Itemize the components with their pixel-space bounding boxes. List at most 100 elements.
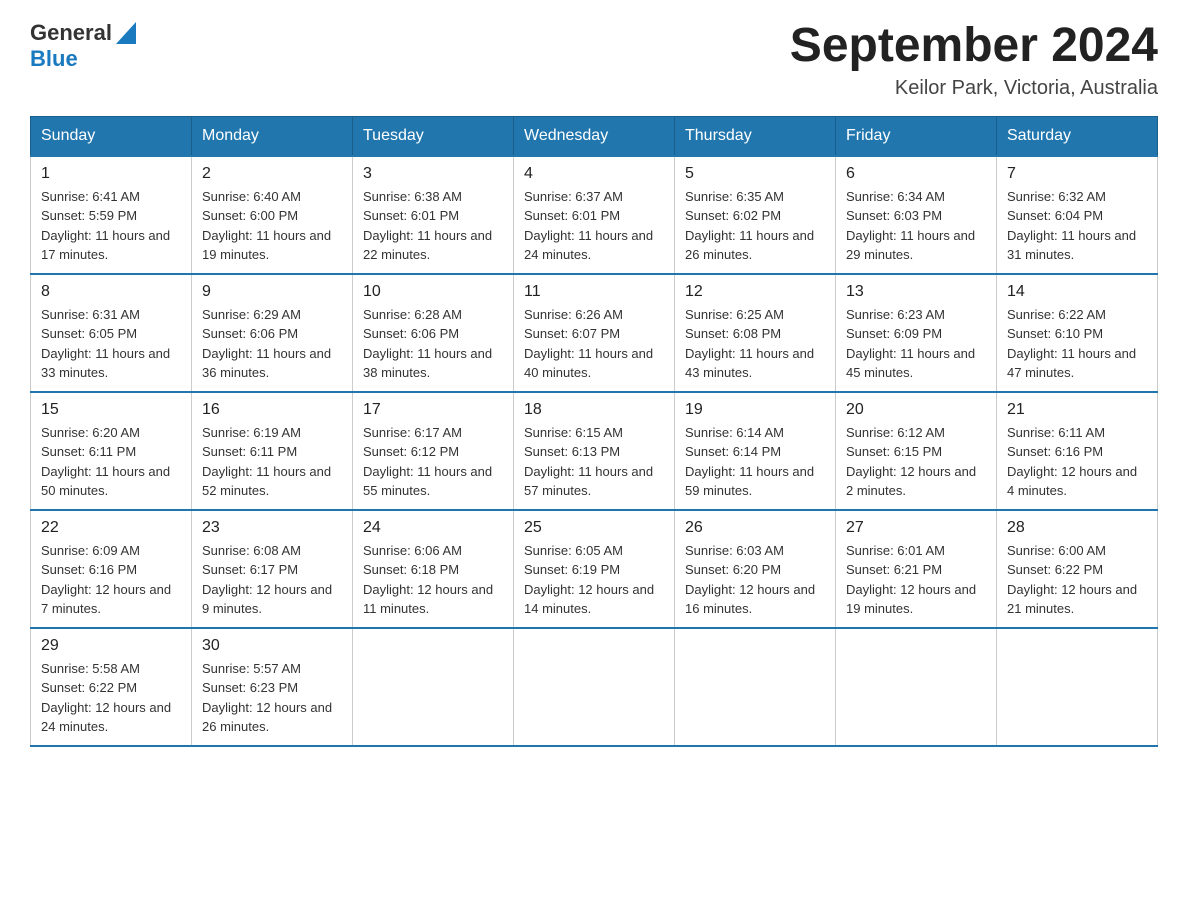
calendar: Sunday Monday Tuesday Wednesday Thursday… — [30, 116, 1158, 747]
day-number: 4 — [524, 165, 664, 183]
table-row: 28 Sunrise: 6:00 AMSunset: 6:22 PMDaylig… — [997, 510, 1158, 628]
day-number: 2 — [202, 165, 342, 183]
day-number: 22 — [41, 519, 181, 537]
logo: General Blue — [30, 20, 136, 72]
table-row: 7 Sunrise: 6:32 AMSunset: 6:04 PMDayligh… — [997, 156, 1158, 274]
header-monday: Monday — [192, 116, 353, 156]
logo-text-general: General — [30, 20, 112, 46]
day-number: 11 — [524, 283, 664, 301]
day-number: 26 — [685, 519, 825, 537]
table-row: 17 Sunrise: 6:17 AMSunset: 6:12 PMDaylig… — [353, 392, 514, 510]
day-number: 7 — [1007, 165, 1147, 183]
table-row: 26 Sunrise: 6:03 AMSunset: 6:20 PMDaylig… — [675, 510, 836, 628]
day-info: Sunrise: 6:22 AMSunset: 6:10 PMDaylight:… — [1007, 307, 1136, 381]
day-number: 5 — [685, 165, 825, 183]
header-tuesday: Tuesday — [353, 116, 514, 156]
header-wednesday: Wednesday — [514, 116, 675, 156]
day-info: Sunrise: 6:35 AMSunset: 6:02 PMDaylight:… — [685, 189, 814, 263]
day-info: Sunrise: 6:01 AMSunset: 6:21 PMDaylight:… — [846, 543, 976, 617]
day-number: 23 — [202, 519, 342, 537]
day-number: 14 — [1007, 283, 1147, 301]
day-info: Sunrise: 6:15 AMSunset: 6:13 PMDaylight:… — [524, 425, 653, 499]
day-number: 10 — [363, 283, 503, 301]
table-row: 6 Sunrise: 6:34 AMSunset: 6:03 PMDayligh… — [836, 156, 997, 274]
day-info: Sunrise: 5:58 AMSunset: 6:22 PMDaylight:… — [41, 661, 171, 735]
day-number: 8 — [41, 283, 181, 301]
day-info: Sunrise: 6:05 AMSunset: 6:19 PMDaylight:… — [524, 543, 654, 617]
day-info: Sunrise: 6:34 AMSunset: 6:03 PMDaylight:… — [846, 189, 975, 263]
day-info: Sunrise: 6:20 AMSunset: 6:11 PMDaylight:… — [41, 425, 170, 499]
header-saturday: Saturday — [997, 116, 1158, 156]
day-info: Sunrise: 6:12 AMSunset: 6:15 PMDaylight:… — [846, 425, 976, 499]
table-row: 13 Sunrise: 6:23 AMSunset: 6:09 PMDaylig… — [836, 274, 997, 392]
table-row — [836, 628, 997, 746]
day-number: 20 — [846, 401, 986, 419]
table-row: 3 Sunrise: 6:38 AMSunset: 6:01 PMDayligh… — [353, 156, 514, 274]
table-row — [997, 628, 1158, 746]
header-sunday: Sunday — [31, 116, 192, 156]
table-row: 18 Sunrise: 6:15 AMSunset: 6:13 PMDaylig… — [514, 392, 675, 510]
main-title: September 2024 — [790, 20, 1158, 73]
table-row: 24 Sunrise: 6:06 AMSunset: 6:18 PMDaylig… — [353, 510, 514, 628]
table-row — [353, 628, 514, 746]
day-info: Sunrise: 6:11 AMSunset: 6:16 PMDaylight:… — [1007, 425, 1137, 499]
subtitle: Keilor Park, Victoria, Australia — [790, 77, 1158, 100]
day-info: Sunrise: 6:08 AMSunset: 6:17 PMDaylight:… — [202, 543, 332, 617]
day-number: 19 — [685, 401, 825, 419]
day-number: 30 — [202, 637, 342, 655]
calendar-week-row: 8 Sunrise: 6:31 AMSunset: 6:05 PMDayligh… — [31, 274, 1158, 392]
table-row: 21 Sunrise: 6:11 AMSunset: 6:16 PMDaylig… — [997, 392, 1158, 510]
day-info: Sunrise: 6:41 AMSunset: 5:59 PMDaylight:… — [41, 189, 170, 263]
day-info: Sunrise: 6:40 AMSunset: 6:00 PMDaylight:… — [202, 189, 331, 263]
day-number: 25 — [524, 519, 664, 537]
day-info: Sunrise: 6:14 AMSunset: 6:14 PMDaylight:… — [685, 425, 814, 499]
logo-text-blue: Blue — [30, 46, 78, 71]
day-number: 16 — [202, 401, 342, 419]
table-row: 9 Sunrise: 6:29 AMSunset: 6:06 PMDayligh… — [192, 274, 353, 392]
day-number: 1 — [41, 165, 181, 183]
table-row: 12 Sunrise: 6:25 AMSunset: 6:08 PMDaylig… — [675, 274, 836, 392]
day-number: 12 — [685, 283, 825, 301]
day-number: 27 — [846, 519, 986, 537]
day-number: 6 — [846, 165, 986, 183]
table-row: 2 Sunrise: 6:40 AMSunset: 6:00 PMDayligh… — [192, 156, 353, 274]
day-info: Sunrise: 6:26 AMSunset: 6:07 PMDaylight:… — [524, 307, 653, 381]
header: General Blue September 2024 Keilor Park,… — [30, 20, 1158, 100]
header-thursday: Thursday — [675, 116, 836, 156]
table-row: 16 Sunrise: 6:19 AMSunset: 6:11 PMDaylig… — [192, 392, 353, 510]
table-row: 1 Sunrise: 6:41 AMSunset: 5:59 PMDayligh… — [31, 156, 192, 274]
day-number: 28 — [1007, 519, 1147, 537]
table-row: 20 Sunrise: 6:12 AMSunset: 6:15 PMDaylig… — [836, 392, 997, 510]
calendar-week-row: 15 Sunrise: 6:20 AMSunset: 6:11 PMDaylig… — [31, 392, 1158, 510]
day-info: Sunrise: 6:06 AMSunset: 6:18 PMDaylight:… — [363, 543, 493, 617]
day-info: Sunrise: 6:25 AMSunset: 6:08 PMDaylight:… — [685, 307, 814, 381]
day-info: Sunrise: 6:38 AMSunset: 6:01 PMDaylight:… — [363, 189, 492, 263]
day-number: 3 — [363, 165, 503, 183]
table-row: 29 Sunrise: 5:58 AMSunset: 6:22 PMDaylig… — [31, 628, 192, 746]
header-friday: Friday — [836, 116, 997, 156]
table-row: 4 Sunrise: 6:37 AMSunset: 6:01 PMDayligh… — [514, 156, 675, 274]
day-info: Sunrise: 6:37 AMSunset: 6:01 PMDaylight:… — [524, 189, 653, 263]
day-info: Sunrise: 5:57 AMSunset: 6:23 PMDaylight:… — [202, 661, 332, 735]
day-info: Sunrise: 6:29 AMSunset: 6:06 PMDaylight:… — [202, 307, 331, 381]
calendar-week-row: 22 Sunrise: 6:09 AMSunset: 6:16 PMDaylig… — [31, 510, 1158, 628]
day-number: 9 — [202, 283, 342, 301]
day-number: 17 — [363, 401, 503, 419]
day-info: Sunrise: 6:09 AMSunset: 6:16 PMDaylight:… — [41, 543, 171, 617]
day-number: 24 — [363, 519, 503, 537]
table-row: 10 Sunrise: 6:28 AMSunset: 6:06 PMDaylig… — [353, 274, 514, 392]
day-info: Sunrise: 6:19 AMSunset: 6:11 PMDaylight:… — [202, 425, 331, 499]
day-info: Sunrise: 6:03 AMSunset: 6:20 PMDaylight:… — [685, 543, 815, 617]
table-row: 5 Sunrise: 6:35 AMSunset: 6:02 PMDayligh… — [675, 156, 836, 274]
day-info: Sunrise: 6:28 AMSunset: 6:06 PMDaylight:… — [363, 307, 492, 381]
day-info: Sunrise: 6:17 AMSunset: 6:12 PMDaylight:… — [363, 425, 492, 499]
table-row: 23 Sunrise: 6:08 AMSunset: 6:17 PMDaylig… — [192, 510, 353, 628]
table-row: 25 Sunrise: 6:05 AMSunset: 6:19 PMDaylig… — [514, 510, 675, 628]
table-row: 27 Sunrise: 6:01 AMSunset: 6:21 PMDaylig… — [836, 510, 997, 628]
calendar-week-row: 29 Sunrise: 5:58 AMSunset: 6:22 PMDaylig… — [31, 628, 1158, 746]
table-row: 30 Sunrise: 5:57 AMSunset: 6:23 PMDaylig… — [192, 628, 353, 746]
day-number: 29 — [41, 637, 181, 655]
day-info: Sunrise: 6:23 AMSunset: 6:09 PMDaylight:… — [846, 307, 975, 381]
table-row — [675, 628, 836, 746]
day-info: Sunrise: 6:00 AMSunset: 6:22 PMDaylight:… — [1007, 543, 1137, 617]
